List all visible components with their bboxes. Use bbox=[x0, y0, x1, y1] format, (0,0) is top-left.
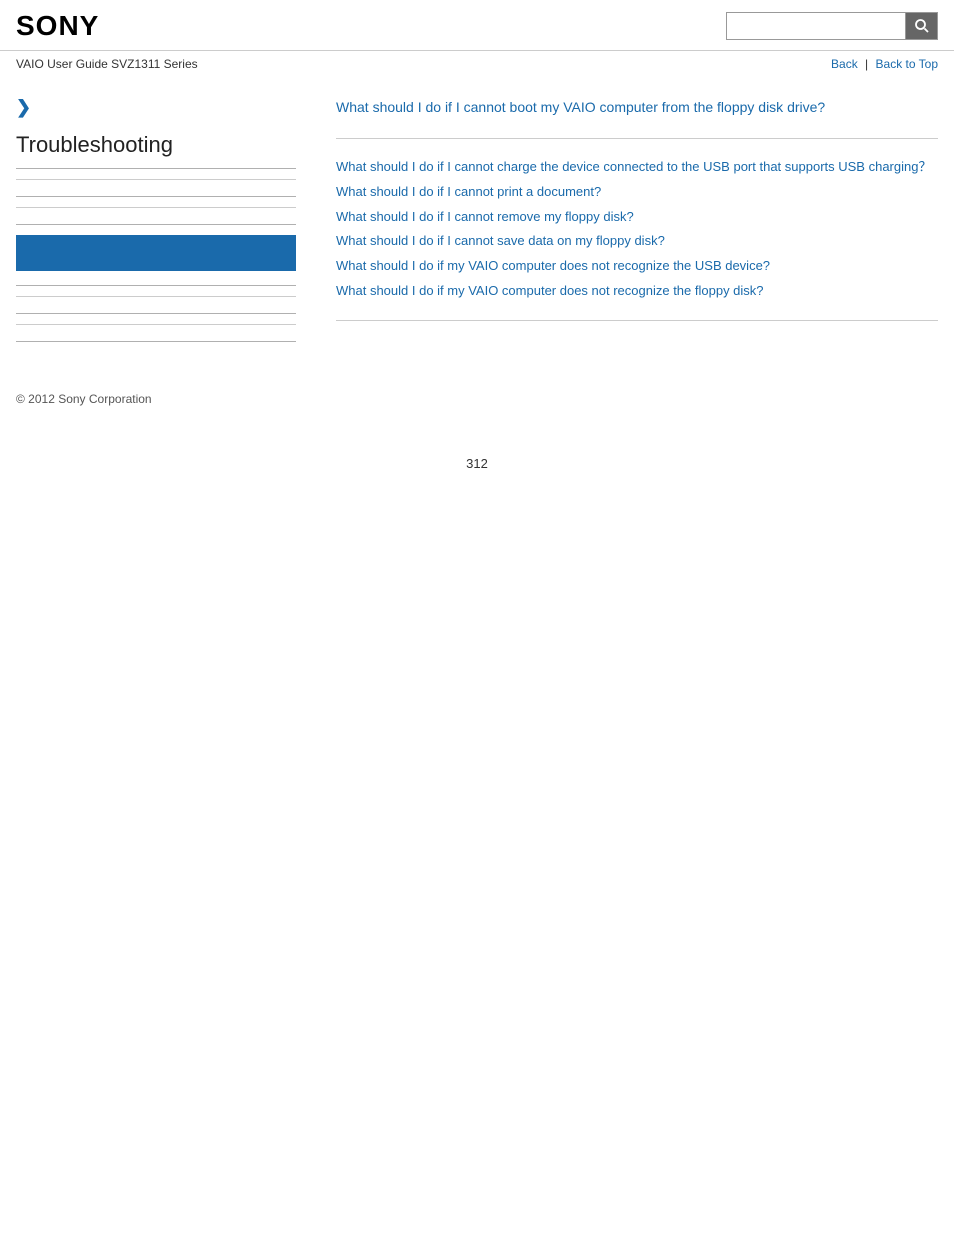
search-button[interactable] bbox=[906, 12, 938, 40]
list-item: What should I do if my VAIO computer doe… bbox=[336, 281, 938, 302]
list-item: What should I do if I cannot save data o… bbox=[336, 231, 938, 252]
list-item: What should I do if my VAIO computer doe… bbox=[336, 256, 938, 277]
nav-separator: | bbox=[865, 57, 868, 71]
main-content: ❯ Troubleshooting What should I do if I … bbox=[0, 77, 954, 352]
content-link-5[interactable]: What should I do if my VAIO computer doe… bbox=[336, 283, 764, 298]
sony-logo: SONY bbox=[16, 10, 99, 42]
content-divider-bottom bbox=[336, 320, 938, 321]
sidebar-spacer bbox=[16, 275, 296, 285]
content-link-0[interactable]: What should I do if I cannot charge the … bbox=[336, 159, 931, 174]
back-to-top-link[interactable]: Back to Top bbox=[876, 57, 938, 71]
page-number: 312 bbox=[0, 426, 954, 491]
list-item: What should I do if I cannot remove my f… bbox=[336, 207, 938, 228]
list-item: What should I do if I cannot print a doc… bbox=[336, 182, 938, 203]
sidebar-item-3 bbox=[16, 296, 296, 313]
sidebar-divider-4 bbox=[16, 285, 296, 286]
content-area: What should I do if I cannot boot my VAI… bbox=[316, 97, 938, 352]
search-input[interactable] bbox=[726, 12, 906, 40]
sidebar-highlight[interactable] bbox=[16, 235, 296, 271]
sidebar-divider-3 bbox=[16, 224, 296, 225]
content-divider-top bbox=[336, 138, 938, 139]
sidebar-item-4 bbox=[16, 324, 296, 341]
chevron-icon[interactable]: ❯ bbox=[16, 97, 296, 118]
main-content-link[interactable]: What should I do if I cannot boot my VAI… bbox=[336, 97, 938, 118]
links-list: What should I do if I cannot charge the … bbox=[336, 157, 938, 302]
sidebar-divider-5 bbox=[16, 313, 296, 314]
search-area bbox=[726, 12, 938, 40]
sub-header: VAIO User Guide SVZ1311 Series Back | Ba… bbox=[0, 51, 954, 77]
copyright: © 2012 Sony Corporation bbox=[16, 392, 152, 406]
sidebar-divider-2 bbox=[16, 196, 296, 197]
content-link-1[interactable]: What should I do if I cannot print a doc… bbox=[336, 184, 601, 199]
list-item: What should I do if I cannot charge the … bbox=[336, 157, 938, 178]
guide-title: VAIO User Guide SVZ1311 Series bbox=[16, 57, 198, 71]
page-header: SONY bbox=[0, 0, 954, 51]
search-icon bbox=[914, 18, 930, 34]
content-link-2[interactable]: What should I do if I cannot remove my f… bbox=[336, 209, 634, 224]
back-link[interactable]: Back bbox=[831, 57, 858, 71]
sidebar-item-1 bbox=[16, 179, 296, 196]
content-link-3[interactable]: What should I do if I cannot save data o… bbox=[336, 233, 665, 248]
sidebar-title: Troubleshooting bbox=[16, 132, 296, 158]
content-link-4[interactable]: What should I do if my VAIO computer doe… bbox=[336, 258, 770, 273]
sidebar-item-2 bbox=[16, 207, 296, 224]
footer: © 2012 Sony Corporation bbox=[0, 352, 954, 426]
sidebar-divider-6 bbox=[16, 341, 296, 342]
nav-links: Back | Back to Top bbox=[831, 57, 938, 71]
sidebar: ❯ Troubleshooting bbox=[16, 97, 316, 352]
sidebar-divider-1 bbox=[16, 168, 296, 169]
